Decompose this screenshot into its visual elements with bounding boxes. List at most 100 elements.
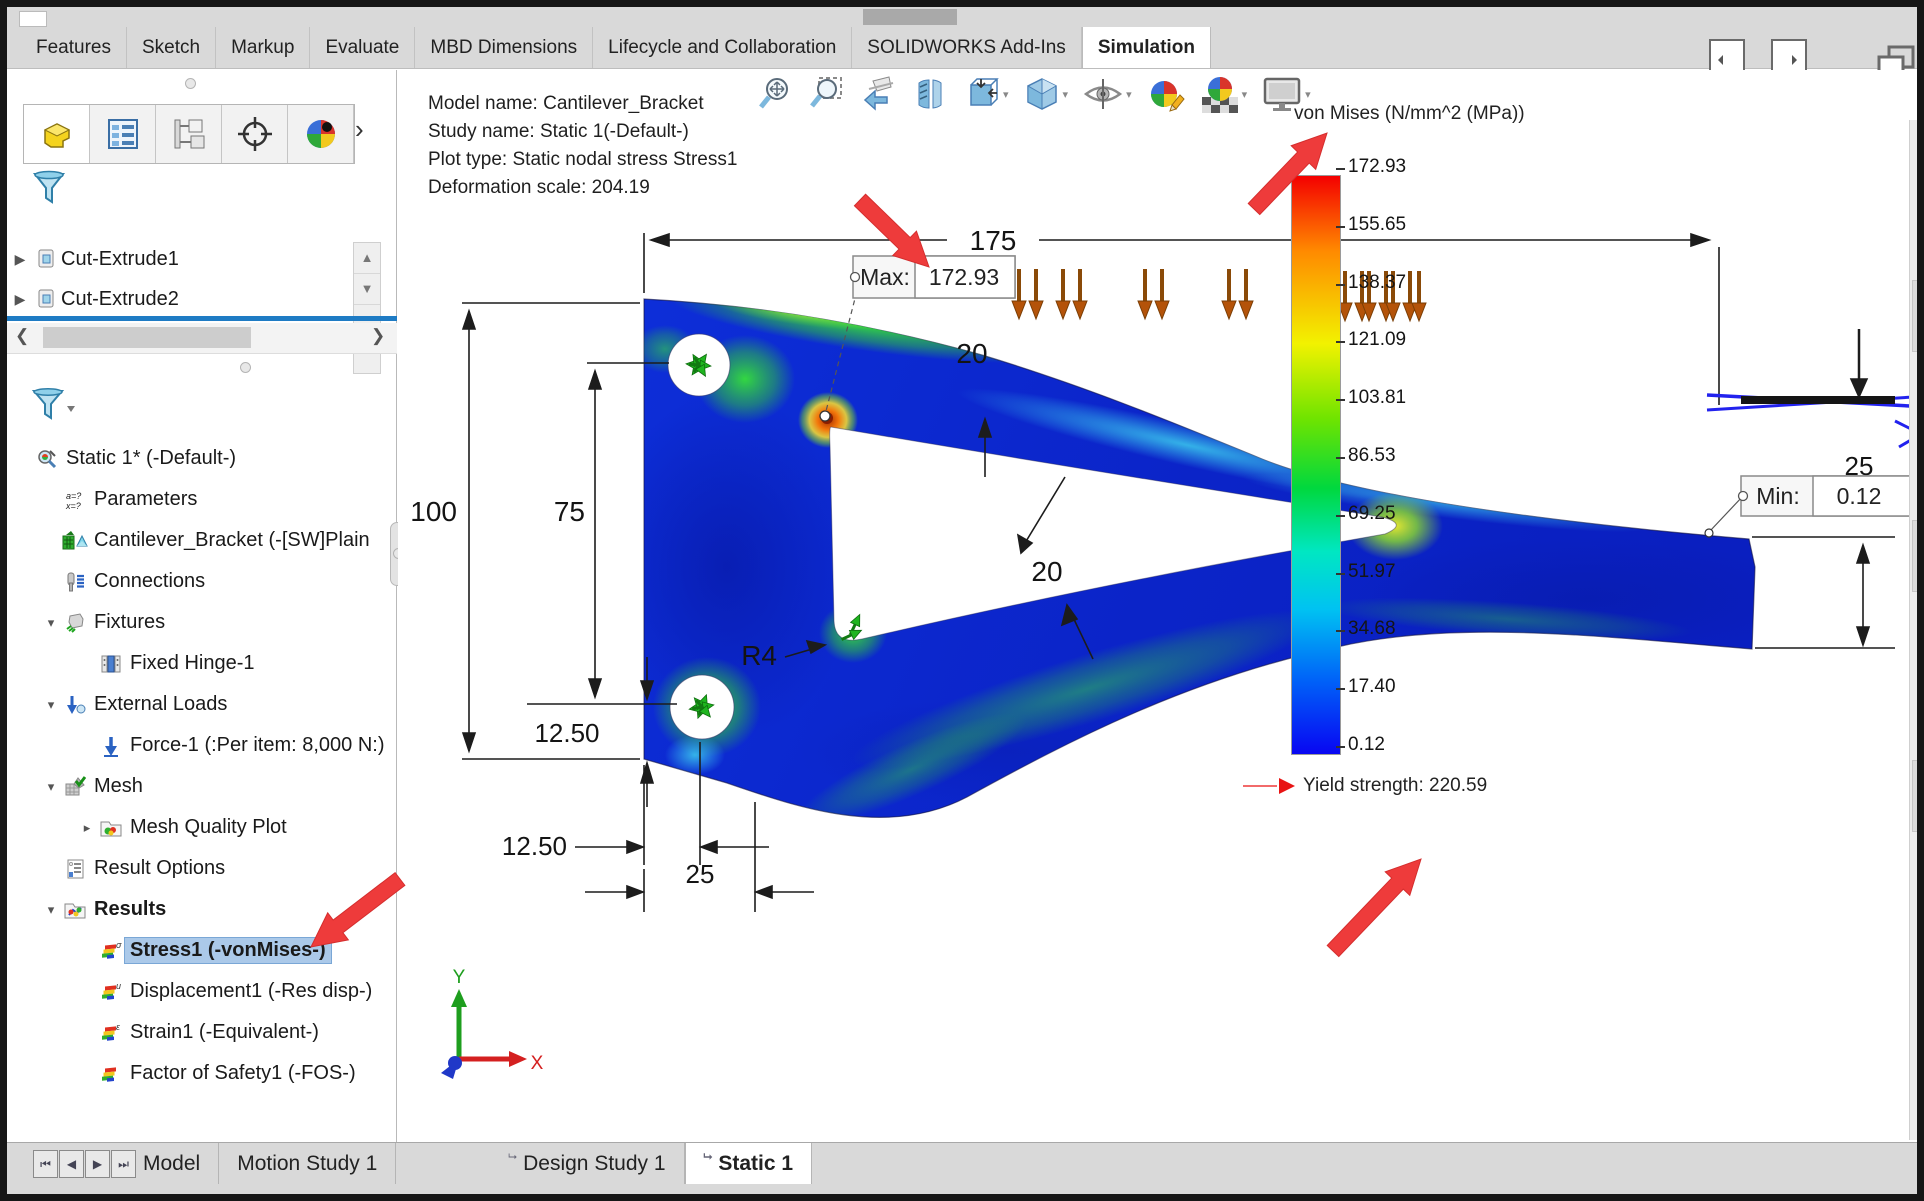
min-callout[interactable]: Min: 0.12 (1705, 476, 1924, 537)
study-tree-label: Strain1 (-Equivalent-) (125, 1020, 324, 1045)
feature-tree-item[interactable]: ▶ Cut-Extrude1 (7, 239, 397, 279)
task-pane-strip[interactable] (1909, 120, 1924, 1140)
tab-displaymanager[interactable] (288, 105, 354, 163)
study-tree-item-mesh[interactable]: ▾Mesh (7, 766, 397, 807)
yield-strength-text: Yield strength: 220.59 (1303, 775, 1487, 797)
hierarchy-icon (169, 114, 209, 154)
tab-propertymanager[interactable] (90, 105, 156, 163)
caret-right-icon[interactable]: ▶ (7, 291, 33, 308)
title-strip (7, 7, 1917, 27)
stress-icon: σ (97, 940, 125, 962)
connections-icon (61, 571, 89, 593)
ribbon-tab-evaluate[interactable]: Evaluate (310, 27, 415, 68)
caret-down-icon[interactable]: ▾ (41, 615, 61, 631)
panel-grip[interactable] (185, 78, 196, 89)
study-tree-label: Mesh Quality Plot (125, 815, 292, 840)
min-label: Min: (1756, 483, 1799, 509)
horizontal-scrollbar[interactable]: ❮ ❯ (7, 323, 397, 354)
caret-down-icon[interactable]: ▾ (41, 779, 61, 795)
caret-down-icon[interactable]: ▾ (41, 697, 61, 713)
meshplot-icon (97, 817, 125, 839)
study-tab-bar: ⏮ ◀ ▶ ⏭ ModelMotion Study 1⮡Design Study… (7, 1142, 1924, 1195)
svg-text:ε: ε (116, 1022, 121, 1032)
tab-configurationmanager[interactable] (156, 105, 222, 163)
legend-value: 17.40 (1348, 676, 1396, 698)
ribbon-tab-bar: FeaturesSketchMarkupEvaluateMBD Dimensio… (7, 27, 1917, 69)
legend-color-bar (1291, 175, 1341, 755)
mesh-icon (61, 776, 89, 798)
tree-grip[interactable] (240, 362, 251, 373)
scroll-left-icon[interactable]: ❮ (15, 326, 29, 346)
study-tab-static-1[interactable]: ⮡Static 1 (685, 1143, 813, 1184)
tab-dimxpertmanager[interactable] (222, 105, 288, 163)
study-tree-label: Displacement1 (-Res disp-) (125, 979, 377, 1004)
study-tree-item-results[interactable]: ▾Results (7, 889, 397, 930)
study-tree-item-factor-of-safety1-fos[interactable]: Factor of Safety1 (-FOS-) (7, 1053, 397, 1094)
study-tree-item-external-loads[interactable]: ▾External Loads (7, 684, 397, 725)
study-icon (33, 448, 61, 470)
dim-base: 25 (686, 859, 715, 889)
study-tree-label: Cantilever_Bracket (-[SW]Plain (89, 528, 375, 553)
part-icon (37, 114, 77, 154)
study-tree-item-strain1-equivalent[interactable]: ε Strain1 (-Equivalent-) (7, 1012, 397, 1053)
caret-right-icon[interactable]: ▸ (77, 820, 97, 836)
study-filter-icon[interactable] (31, 388, 77, 433)
ribbon-tab-solidworks-add-ins[interactable]: SOLIDWORKS Add-Ins (852, 27, 1082, 68)
graphics-viewport[interactable]: Model name: Cantilever_Bracket Study nam… (398, 70, 1924, 1142)
study-type-icon: ⮡ (508, 1151, 517, 1164)
study-tab-design-study-1[interactable]: ⮡Design Study 1 (490, 1143, 684, 1184)
study-tree-item-mesh-quality-plot[interactable]: ▸ Mesh Quality Plot (7, 807, 397, 848)
panel-expand-chevron[interactable]: › (355, 114, 364, 145)
feature-tree-item[interactable]: ▶Cut-Extrude2 (7, 279, 397, 319)
legend-value: 155.65 (1348, 214, 1406, 236)
study-tree-item-connections[interactable]: Connections (7, 561, 397, 602)
study-tree-item-force-1-per-item-8-000-n[interactable]: Force-1 (:Per item: 8,000 N:) (7, 725, 397, 766)
study-type-icon: ⮡ (704, 1151, 713, 1164)
ribbon-tab-simulation[interactable]: Simulation (1082, 27, 1211, 68)
coordinate-triad: Y X (441, 967, 544, 1079)
bracket-model[interactable] (597, 271, 1817, 843)
study-tree-label: Static 1* (-Default-) (61, 446, 241, 471)
panel-splitter[interactable] (7, 316, 397, 321)
solidworks-window: FeaturesSketchMarkupEvaluateMBD Dimensio… (0, 0, 1924, 1201)
parameters-icon: a=?x=? (61, 489, 89, 511)
caret-right-icon[interactable]: ▶ (7, 251, 33, 268)
ribbon-tab-mbd-dimensions[interactable]: MBD Dimensions (415, 27, 593, 68)
chevron-right-icon (1787, 53, 1801, 67)
study-tree-item-static-1-default[interactable]: Static 1* (-Default-) (7, 438, 397, 479)
legend-value: 51.97 (1348, 561, 1396, 583)
scroll-thumb[interactable] (43, 327, 251, 348)
ribbon-tab-sketch[interactable]: Sketch (127, 27, 216, 68)
first-tab-button[interactable]: ⏮ (33, 1150, 58, 1178)
scroll-down-icon[interactable]: ▼ (354, 274, 380, 305)
study-tree-item-fixtures[interactable]: ▾ Fixtures (7, 602, 397, 643)
study-tree-label: Fixtures (89, 610, 170, 635)
study-tree-item-displacement1-res-disp[interactable]: uDisplacement1 (-Res disp-) (7, 971, 397, 1012)
feature-tree-scrollbar[interactable]: ▲ ▼ (353, 242, 381, 374)
legend-value: 121.09 (1348, 329, 1406, 351)
study-tree-item-fixed-hinge-1[interactable]: Fixed Hinge-1 (7, 643, 397, 684)
study-tree-item-cantilever-bracket-sw-plain[interactable]: Cantilever_Bracket (-[SW]Plain (7, 520, 397, 561)
dim-width: 175 (970, 225, 1017, 256)
ribbon-tab-lifecycle-and-collaboration[interactable]: Lifecycle and Collaboration (593, 27, 852, 68)
dim-offset1: 12.50 (534, 718, 599, 748)
study-tree-label: Stress1 (-vonMises-) (125, 938, 331, 963)
study-tab-model[interactable]: Model (125, 1143, 219, 1184)
study-tree-item-parameters[interactable]: a=?x=?Parameters (7, 479, 397, 520)
scroll-up-icon[interactable]: ▲ (354, 243, 380, 274)
study-tree-label: Result Options (89, 856, 230, 881)
ribbon-tab-markup[interactable]: Markup (216, 27, 310, 68)
scroll-right-icon[interactable]: ❯ (371, 326, 385, 346)
study-tab-motion-study-1[interactable]: Motion Study 1 (219, 1143, 396, 1184)
study-tree-item-stress1-vonmises[interactable]: σStress1 (-vonMises-) (7, 930, 397, 971)
tab-featuremanager[interactable] (24, 105, 90, 163)
study-tree-item-result-options[interactable]: Result Options (7, 848, 397, 889)
prev-tab-button[interactable]: ◀ (59, 1150, 84, 1178)
caret-down-icon[interactable]: ▾ (41, 902, 61, 918)
filter-icon[interactable] (31, 170, 67, 213)
feature-tree-label: Cut-Extrude1 (61, 248, 179, 271)
next-tab-button[interactable]: ▶ (85, 1150, 110, 1178)
dim-height: 100 (410, 496, 457, 527)
feature-manager-tabs (23, 104, 355, 164)
ribbon-tab-features[interactable]: Features (21, 27, 127, 68)
